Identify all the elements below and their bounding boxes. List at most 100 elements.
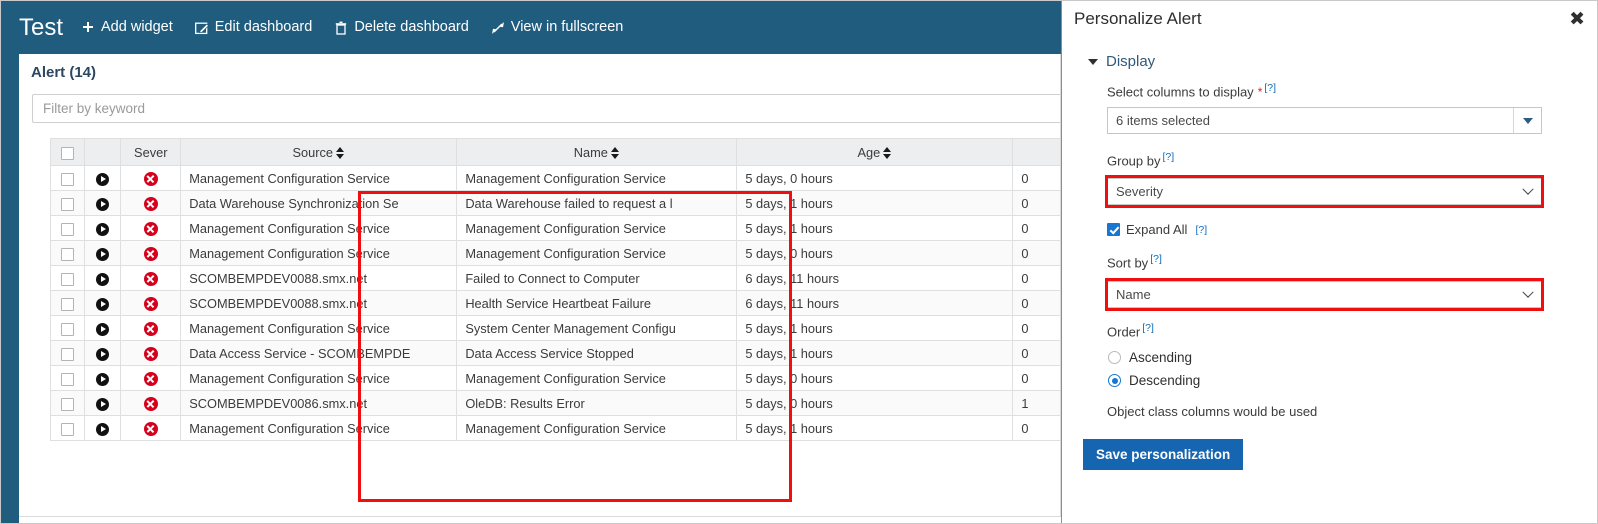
row-select-cell[interactable] — [50, 340, 85, 366]
row-checkbox[interactable] — [60, 222, 74, 236]
add-widget-button[interactable]: Add widget — [81, 20, 173, 35]
table-row[interactable]: SCOMBEMPDEV0088.smx.net Health Service He… — [50, 290, 1060, 316]
sort-icon[interactable] — [610, 147, 620, 160]
group-by-arrow[interactable] — [1514, 179, 1541, 204]
row-expand-cell[interactable] — [83, 315, 122, 341]
row-expand-cell[interactable] — [83, 415, 122, 441]
row-expand-cell[interactable] — [83, 265, 122, 291]
table-row[interactable]: SCOMBEMPDEV0088.smx.net Failed to Connect… — [50, 265, 1060, 291]
table-row[interactable]: Data Warehouse Synchronization Se Data Wa… — [50, 190, 1060, 216]
row-expand-cell[interactable] — [83, 290, 122, 316]
sort-icon[interactable] — [883, 147, 892, 160]
expand-play-circle-icon[interactable] — [96, 172, 110, 186]
descending-radio[interactable] — [1108, 374, 1121, 387]
ascending-radio[interactable] — [1108, 351, 1121, 364]
row-checkbox[interactable] — [60, 397, 74, 411]
delete-dashboard-label: Delete dashboard — [354, 19, 469, 36]
row-checkbox[interactable] — [60, 272, 74, 286]
view-fullscreen-button[interactable]: View in fullscreen — [491, 20, 623, 35]
select-all-checkbox[interactable] — [60, 146, 74, 160]
expand-play-circle-icon[interactable] — [96, 422, 110, 436]
row-select-cell[interactable] — [50, 365, 85, 391]
row-checkbox[interactable] — [60, 372, 74, 386]
expand-play-circle-icon[interactable] — [96, 322, 110, 336]
required-asterisk: * — [1257, 85, 1263, 100]
expand-all-checkbox[interactable] — [1107, 223, 1120, 236]
filter-keyword-input[interactable] — [32, 94, 1060, 123]
ascending-label: Ascending — [1129, 350, 1193, 365]
table-row[interactable]: Data Access Service - SCOMBEMPDE Data Acc… — [50, 340, 1060, 366]
sort-icon[interactable] — [336, 147, 345, 160]
expand-play-circle-icon[interactable] — [96, 222, 110, 236]
dropdown-arrow-cell[interactable] — [1513, 108, 1541, 133]
expand-play-circle-icon[interactable] — [96, 372, 110, 386]
row-expand-cell[interactable] — [83, 240, 122, 266]
select-columns-dropdown[interactable]: 6 items selected — [1107, 107, 1542, 134]
row-expand-cell[interactable] — [83, 365, 122, 391]
expand-play-circle-icon[interactable] — [96, 247, 110, 261]
expand-play-circle-icon[interactable] — [96, 197, 110, 211]
expand-play-circle-icon[interactable] — [96, 397, 110, 411]
save-personalization-button[interactable]: Save personalization — [1083, 439, 1244, 470]
delete-dashboard-button[interactable]: Delete dashboard — [334, 19, 469, 36]
name-header[interactable]: Name — [456, 138, 738, 166]
age-header[interactable]: Age — [736, 138, 1014, 166]
group-by-select[interactable]: Severity — [1107, 178, 1542, 205]
table-row[interactable]: Management Configuration Service Manageme… — [50, 165, 1060, 191]
close-icon[interactable]: ✖ — [1569, 10, 1585, 29]
row-severity-cell — [120, 240, 182, 266]
expand-play-circle-icon[interactable] — [96, 297, 110, 311]
help-icon[interactable]: [?] — [1142, 322, 1154, 334]
row-select-cell[interactable] — [50, 190, 85, 216]
row-checkbox[interactable] — [60, 422, 74, 436]
cell-repeat: 0 — [1012, 240, 1060, 266]
help-icon[interactable]: [?] — [1264, 82, 1276, 94]
sort-by-select[interactable]: Name — [1107, 281, 1542, 308]
row-checkbox[interactable] — [60, 172, 74, 186]
row-severity-cell — [120, 215, 182, 241]
row-expand-cell[interactable] — [83, 390, 122, 416]
expand-play-circle-icon[interactable] — [96, 272, 110, 286]
table-row[interactable]: Management Configuration Service Manageme… — [50, 365, 1060, 391]
row-expand-cell[interactable] — [83, 190, 122, 216]
row-checkbox[interactable] — [60, 197, 74, 211]
row-select-cell[interactable] — [50, 290, 85, 316]
repeat-count-header[interactable]: Repeat count — [1012, 138, 1060, 166]
row-select-cell[interactable] — [50, 415, 85, 441]
severity-header[interactable]: Sever — [120, 138, 182, 166]
row-select-cell[interactable] — [50, 265, 85, 291]
expand-all-row[interactable]: Expand All [?] — [1107, 222, 1207, 237]
row-select-cell[interactable] — [50, 165, 85, 191]
help-icon[interactable]: [?] — [1195, 224, 1207, 236]
edit-dashboard-button[interactable]: Edit dashboard — [194, 20, 312, 35]
row-checkbox[interactable] — [60, 347, 74, 361]
table-row[interactable]: Management Configuration Service Manageme… — [50, 240, 1060, 266]
row-select-cell[interactable] — [50, 215, 85, 241]
row-select-cell[interactable] — [50, 390, 85, 416]
table-row[interactable]: SCOMBEMPDEV0086.smx.net OleDB: Results Er… — [50, 390, 1060, 416]
error-x-circle-icon — [143, 246, 158, 261]
table-row[interactable]: Management Configuration Service Manageme… — [50, 415, 1060, 441]
row-expand-cell[interactable] — [83, 340, 122, 366]
group-by-label-text: Group by — [1107, 153, 1161, 169]
source-header[interactable]: Source — [180, 138, 458, 166]
sort-by-arrow[interactable] — [1514, 282, 1541, 307]
row-select-cell[interactable] — [50, 240, 85, 266]
row-expand-cell[interactable] — [83, 165, 122, 191]
cell-name: Management Configuration Service — [456, 165, 738, 191]
row-checkbox[interactable] — [60, 297, 74, 311]
select-all-header[interactable] — [50, 138, 85, 166]
order-option-descending[interactable]: Descending — [1108, 373, 1200, 388]
help-icon[interactable]: [?] — [1150, 253, 1162, 265]
display-section-toggle[interactable]: Display — [1088, 53, 1155, 70]
row-checkbox[interactable] — [60, 247, 74, 261]
help-icon[interactable]: [?] — [1162, 151, 1174, 163]
row-expand-cell[interactable] — [83, 215, 122, 241]
row-select-cell[interactable] — [50, 315, 85, 341]
sort-by-label-text: Sort by — [1107, 255, 1149, 271]
expand-play-circle-icon[interactable] — [96, 347, 110, 361]
order-option-ascending[interactable]: Ascending — [1108, 350, 1192, 365]
table-row[interactable]: Management Configuration Service Manageme… — [50, 215, 1060, 241]
row-checkbox[interactable] — [60, 322, 74, 336]
table-row[interactable]: Management Configuration Service System C… — [50, 315, 1060, 341]
